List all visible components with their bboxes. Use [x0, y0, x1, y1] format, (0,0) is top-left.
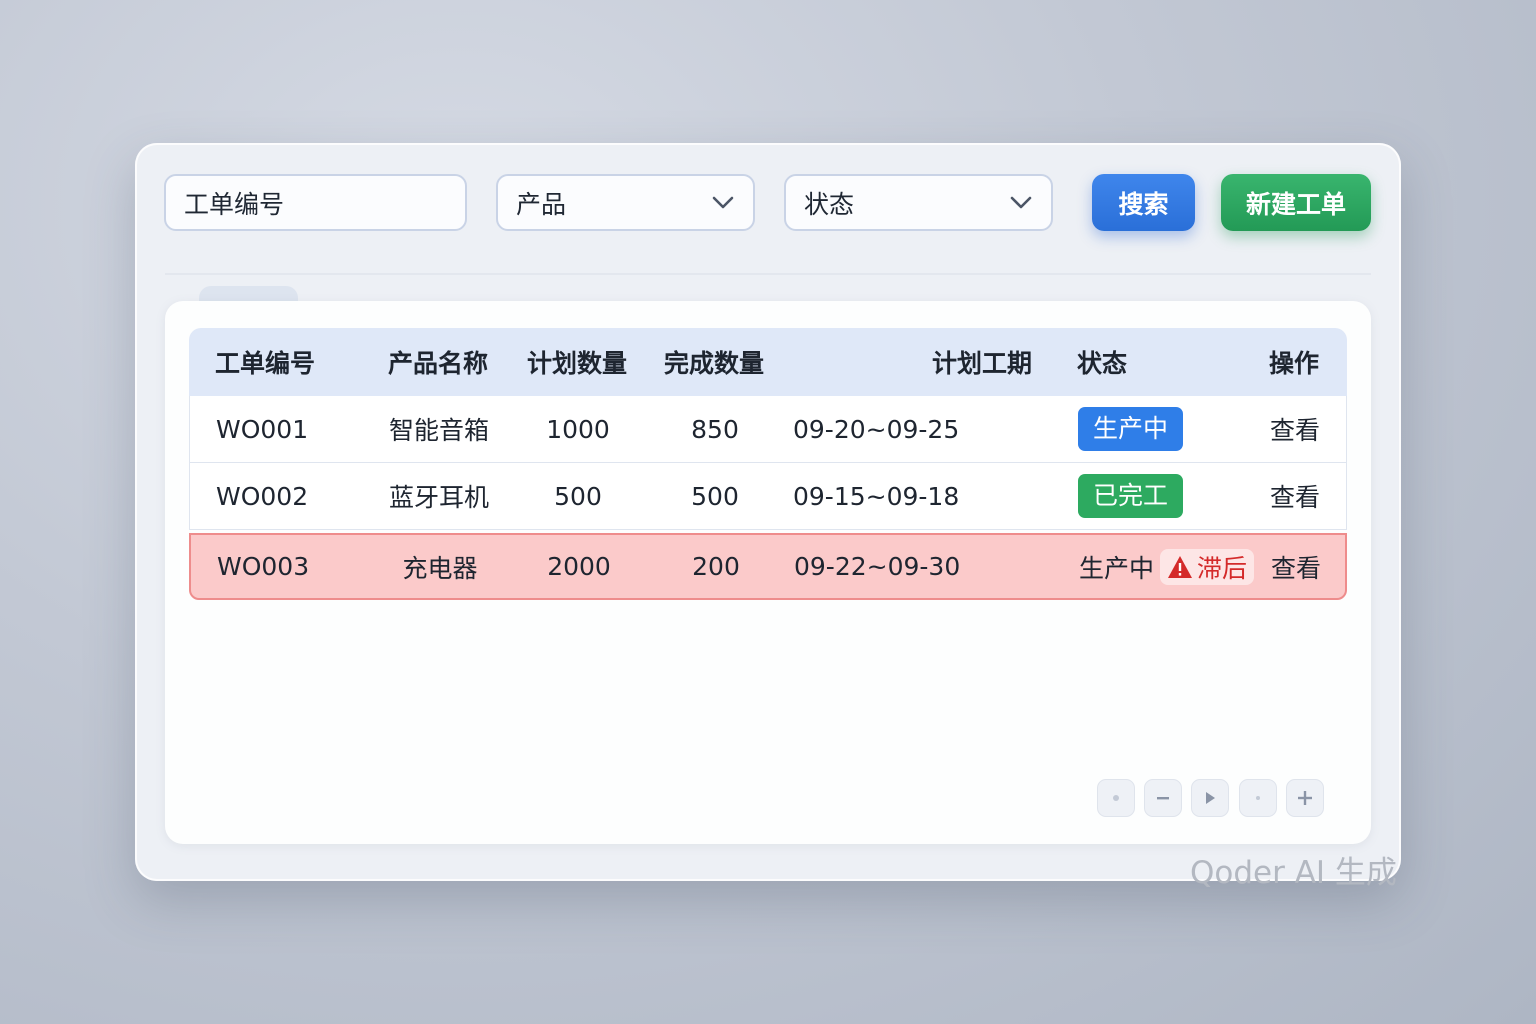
cell-order-no: WO003: [217, 552, 310, 581]
play-button[interactable]: [1191, 779, 1229, 817]
header-status: 状态: [1077, 349, 1128, 378]
status-select[interactable]: 状态: [784, 174, 1053, 231]
header-order-no: 工单编号: [215, 349, 316, 378]
product-select-value: 产品: [516, 189, 567, 219]
new-order-button[interactable]: 新建工单: [1221, 174, 1371, 231]
delay-label: 滞后: [1197, 553, 1248, 583]
cell-period: 09-22~09-30: [794, 552, 961, 581]
cell-product: 充电器: [402, 553, 478, 583]
header-done: 完成数量: [663, 349, 764, 378]
warning-icon: [1168, 555, 1193, 578]
search-button[interactable]: 搜索: [1092, 174, 1195, 231]
status-badge: 生产中: [1078, 407, 1184, 451]
plus-icon: [1298, 791, 1312, 805]
cell-order-no: WO002: [216, 481, 309, 511]
order-no-placeholder: 工单编号: [184, 189, 285, 219]
cell-planned: 2000: [547, 552, 611, 581]
chevron-down-icon: [711, 191, 735, 215]
header-product: 产品名称: [387, 349, 488, 378]
status-select-value: 状态: [804, 189, 855, 219]
cell-period: 09-15~09-18: [793, 481, 960, 511]
work-order-window: 工单编号 产品 状态 搜索 新建工单 工单编号 产品名称 计划数量 完成数量 计…: [135, 143, 1401, 881]
view-link[interactable]: 查看: [1270, 396, 1320, 462]
pager-dot-button[interactable]: [1239, 779, 1277, 817]
product-select[interactable]: 产品: [496, 174, 755, 231]
cell-done: 500: [691, 481, 739, 511]
cell-status: 生产中 滞后: [1079, 535, 1255, 598]
play-icon: [1206, 792, 1215, 804]
view-link[interactable]: 查看: [1271, 535, 1321, 598]
status-badge: 已完工: [1078, 474, 1184, 518]
cell-product: 蓝牙耳机: [388, 483, 489, 512]
order-table: 工单编号 产品名称 计划数量 完成数量 计划工期 状态 操作 WO001 智能音…: [189, 328, 1347, 600]
cell-status: 生产中: [1078, 396, 1184, 462]
order-table-card: 工单编号 产品名称 计划数量 完成数量 计划工期 状态 操作 WO001 智能音…: [165, 301, 1371, 844]
delay-badge: 滞后: [1160, 548, 1255, 585]
header-period: 计划工期: [931, 349, 1032, 378]
cell-product: 智能音箱: [388, 416, 489, 445]
plus-button[interactable]: [1286, 779, 1324, 817]
cell-done: 850: [691, 414, 739, 444]
table-row-delayed: WO003 充电器 2000 200 09-22~09-30 生产中 滞后 查看: [189, 533, 1347, 600]
header-planned: 计划数量: [526, 349, 627, 378]
cell-planned: 500: [554, 481, 602, 511]
cell-order-no: WO001: [216, 414, 309, 444]
header-action: 操作: [1269, 349, 1320, 378]
table-row: WO002 蓝牙耳机 500 500 09-15~09-18 已完工 查看: [189, 463, 1347, 530]
watermark: Qoder AI 生成: [1190, 855, 1397, 891]
minus-icon: [1157, 797, 1169, 800]
status-text: 生产中: [1079, 553, 1155, 583]
view-link[interactable]: 查看: [1270, 463, 1320, 529]
chevron-down-icon: [1009, 191, 1033, 215]
toolbar-divider: [165, 273, 1371, 275]
pager-dot-button[interactable]: [1097, 779, 1135, 817]
table-header: 工单编号 产品名称 计划数量 完成数量 计划工期 状态 操作: [189, 328, 1347, 396]
cell-planned: 1000: [546, 414, 610, 444]
cell-period: 09-20~09-25: [793, 414, 960, 444]
order-no-input[interactable]: 工单编号: [164, 174, 467, 231]
minus-button[interactable]: [1144, 779, 1182, 817]
table-row: WO001 智能音箱 1000 850 09-20~09-25 生产中 查看: [189, 396, 1347, 463]
cell-status: 已完工: [1078, 463, 1184, 529]
cell-done: 200: [692, 552, 740, 581]
